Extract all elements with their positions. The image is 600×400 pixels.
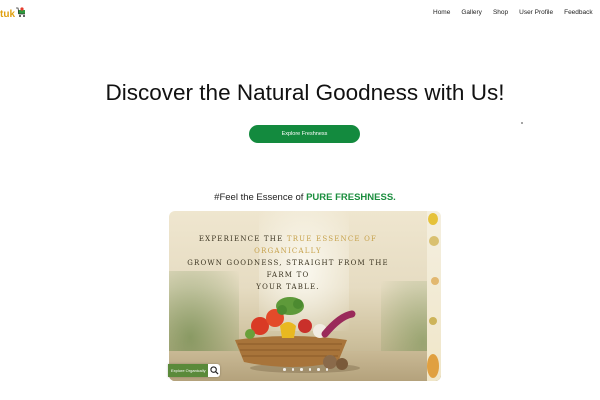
explore-freshness-button[interactable]: Explore Freshness (249, 125, 360, 143)
vegetable-basket-icon (235, 297, 360, 373)
nav-gallery[interactable]: Gallery (461, 9, 482, 16)
carousel-dot[interactable] (283, 368, 286, 371)
banner-line3: your table. (256, 283, 320, 291)
tagline: #Feel the Essence of PURE FRESHNESS. (0, 192, 600, 203)
search-chip-label: Explore Organically (168, 364, 208, 377)
brand-logo[interactable]: tuk (0, 5, 30, 23)
carousel-dot[interactable] (291, 368, 294, 371)
search-icon[interactable] (208, 364, 220, 377)
carousel-dot[interactable] (317, 368, 320, 371)
banner-line1-start: Experience the (198, 235, 287, 243)
lemon-icon (427, 213, 439, 378)
logo-text: tuk (0, 8, 15, 20)
hero-title: Discover the Natural Goodness with Us! (105, 80, 505, 105)
carousel-dot[interactable] (308, 368, 311, 371)
decorative-dot (521, 122, 523, 124)
nav-feedback[interactable]: Feedback (564, 9, 593, 16)
next-slide-preview[interactable] (427, 211, 441, 381)
carousel-dot[interactable] (325, 368, 328, 371)
nav-user-profile[interactable]: User Profile (519, 9, 553, 16)
carousel-dot[interactable] (300, 368, 303, 371)
cart-icon (16, 6, 25, 17)
tagline-accent: PURE FRESHNESS. (306, 192, 396, 203)
tagline-prefix: #Feel the Essence of (214, 192, 307, 203)
banner-caption: Experience the true essence of organical… (173, 233, 403, 293)
carousel-indicators (283, 368, 328, 371)
nav-home[interactable]: Home (433, 9, 450, 16)
main-nav: Home Gallery Shop User Profile Feedback … (433, 9, 600, 16)
banner-line2: grown goodness, straight from the farm t… (187, 259, 389, 279)
explore-search-chip[interactable]: Explore Organically (168, 364, 220, 377)
nav-shop[interactable]: Shop (493, 9, 508, 16)
